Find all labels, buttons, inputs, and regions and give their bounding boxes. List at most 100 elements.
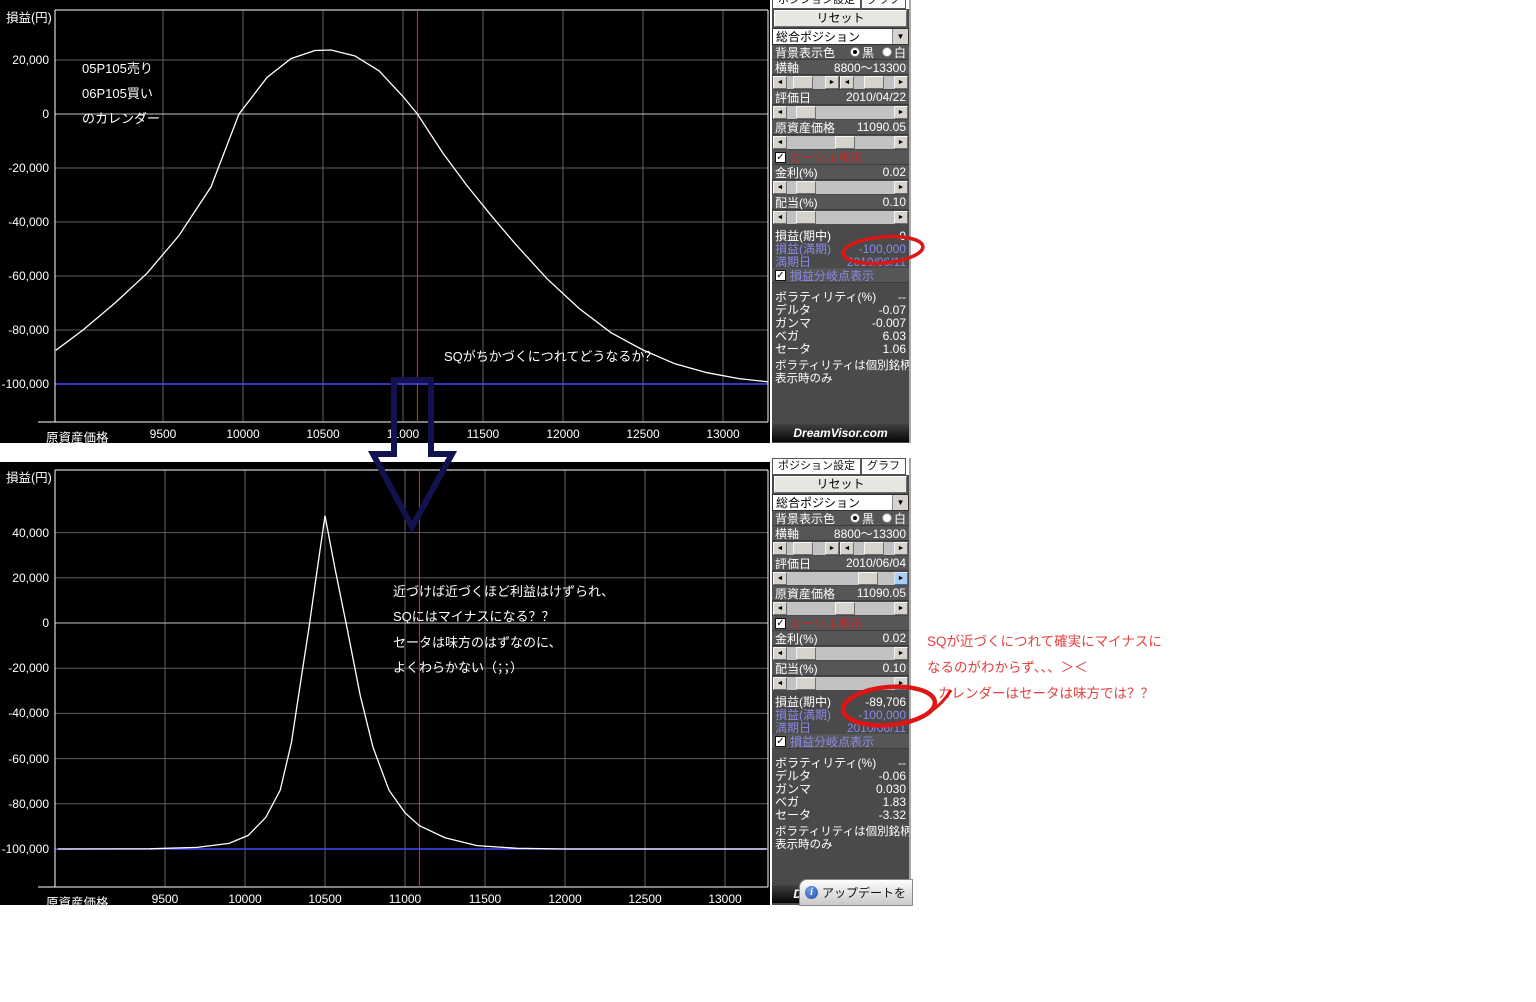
scroll-thumb[interactable]: [795, 181, 816, 194]
scroll-right-button[interactable]: ►: [825, 542, 839, 555]
x-tick-label: 11500: [468, 892, 502, 906]
radio-white[interactable]: [881, 47, 892, 57]
cursor-display-checkbox[interactable]: ✓: [775, 151, 786, 163]
payoff-chart-near-sq[interactable]: 40,000 20,000 0 -20,000 -40,000 -60,000 -80,00…: [0, 462, 770, 910]
scroll-track[interactable]: [787, 211, 894, 224]
scrollbar-row: ◄ ►: [772, 135, 909, 150]
scroll-track[interactable]: [787, 677, 894, 690]
scrollbar-range-min[interactable]: ◄ ►: [773, 542, 839, 555]
volatility-value: --: [898, 289, 906, 304]
reset-button[interactable]: リセット: [774, 476, 907, 493]
cursor-display-checkbox[interactable]: ✓: [775, 617, 786, 629]
underlying-price-label: 原資産価格: [775, 120, 836, 135]
scroll-track[interactable]: [787, 572, 894, 585]
scrollbar[interactable]: ◄ ►: [773, 677, 908, 690]
scroll-right-button[interactable]: ►: [894, 76, 908, 89]
scroll-thumb[interactable]: [858, 572, 879, 585]
scroll-left-button[interactable]: ◄: [773, 106, 787, 119]
scrollbar[interactable]: ◄ ►: [773, 106, 908, 119]
scrollbar-range-min[interactable]: ◄ ►: [773, 76, 839, 89]
scrollbar[interactable]: ◄ ►: [773, 602, 908, 615]
settings-panel-bottom: ポジション設定 グラフ リセット 総合ポジション ▼ 背景表示色黒白横軸 8800～1330…: [772, 458, 911, 905]
scroll-left-button[interactable]: ◄: [840, 542, 854, 555]
scroll-left-button[interactable]: ◄: [773, 211, 787, 224]
scroll-track[interactable]: [854, 76, 894, 89]
scroll-track[interactable]: [787, 181, 894, 194]
chevron-down-icon[interactable]: ▼: [892, 29, 908, 44]
scroll-thumb[interactable]: [795, 677, 816, 690]
scroll-track[interactable]: [787, 136, 894, 149]
scrollbar[interactable]: ◄ ►: [773, 211, 908, 224]
tab-position-settings[interactable]: ポジション設定: [772, 458, 861, 475]
x-tick-label: 9500: [149, 427, 177, 441]
x-tick-label: 12500: [626, 427, 660, 441]
scroll-track[interactable]: [854, 542, 894, 555]
tab-graph[interactable]: グラフ: [861, 458, 906, 475]
breakeven-checkbox[interactable]: ✓: [775, 269, 786, 281]
scroll-right-button[interactable]: ►: [894, 602, 908, 615]
scroll-thumb[interactable]: [834, 602, 855, 615]
scroll-track[interactable]: [787, 647, 894, 660]
scroll-left-button[interactable]: ◄: [773, 602, 787, 615]
scroll-track[interactable]: [787, 542, 825, 555]
handwritten-note-line3: カレンダーはセータは味方では？？: [938, 686, 1154, 701]
breakeven-checkbox[interactable]: ✓: [775, 735, 786, 747]
scroll-left-button[interactable]: ◄: [773, 677, 787, 690]
chevron-down-icon[interactable]: ▼: [892, 495, 908, 510]
scroll-thumb[interactable]: [793, 542, 814, 555]
update-notification-popup[interactable]: i アップデートを: [799, 879, 913, 906]
scroll-left-button[interactable]: ◄: [773, 542, 787, 555]
underlying-price-label: 原資産価格: [775, 586, 836, 601]
tab-graph[interactable]: グラフ: [861, 0, 906, 9]
scrollbar-range-max[interactable]: ◄ ►: [840, 76, 908, 89]
radio-white[interactable]: [881, 513, 892, 523]
tab-position-settings[interactable]: ポジション設定: [772, 0, 861, 9]
position-select[interactable]: 総合ポジション ▼: [772, 494, 909, 511]
scroll-thumb[interactable]: [834, 136, 855, 149]
x-axis-label: 原資産価格: [46, 431, 109, 445]
position-select[interactable]: 総合ポジション ▼: [772, 28, 909, 45]
scroll-right-button[interactable]: ►: [894, 542, 908, 555]
scroll-thumb[interactable]: [864, 542, 884, 555]
scrollbar-range-max[interactable]: ◄ ►: [840, 542, 908, 555]
scroll-right-button[interactable]: ►: [825, 76, 839, 89]
reset-button[interactable]: リセット: [774, 10, 907, 27]
scroll-track[interactable]: [787, 106, 894, 119]
radio-black[interactable]: [849, 47, 860, 57]
scroll-thumb[interactable]: [864, 76, 884, 89]
dividend-label: 配当(%): [775, 661, 818, 676]
scroll-track[interactable]: [787, 76, 825, 89]
scrollbar[interactable]: ◄ ►: [773, 647, 908, 660]
x-tick-label: 12500: [628, 892, 662, 906]
eval-date-value: 2010/04/22: [845, 90, 906, 104]
radio-dot: [852, 516, 857, 520]
radio-black[interactable]: [849, 513, 860, 523]
scrollbar[interactable]: ◄ ►: [773, 181, 908, 194]
scroll-left-button[interactable]: ◄: [840, 76, 854, 89]
underlying-price: 原資産価格 11090.05: [772, 586, 909, 601]
chart-annotation: SQにはマイナスになる？？: [393, 609, 555, 624]
scroll-right-button[interactable]: ►: [894, 211, 908, 224]
scroll-thumb[interactable]: [795, 106, 816, 119]
scroll-right-button[interactable]: ►: [894, 647, 908, 660]
payoff-chart-before-sq[interactable]: 20,000 0 -20,000 -40,000 -60,000 -80,000 -100,…: [0, 0, 770, 445]
vol-note-line1: ボラティリティは個別銘柄: [775, 826, 911, 838]
dividend-value: 0.10: [882, 661, 906, 675]
scroll-right-button[interactable]: ►: [894, 572, 908, 585]
scroll-right-button[interactable]: ►: [894, 106, 908, 119]
scroll-thumb[interactable]: [793, 76, 814, 89]
scroll-thumb[interactable]: [795, 647, 816, 660]
scroll-right-button[interactable]: ►: [894, 136, 908, 149]
scroll-left-button[interactable]: ◄: [773, 572, 787, 585]
scroll-right-button[interactable]: ►: [894, 181, 908, 194]
scrollbar[interactable]: ◄ ►: [773, 136, 908, 149]
scroll-thumb[interactable]: [795, 211, 816, 224]
scroll-left-button[interactable]: ◄: [773, 647, 787, 660]
scroll-left-button[interactable]: ◄: [773, 76, 787, 89]
scroll-track[interactable]: [787, 602, 894, 615]
scroll-left-button[interactable]: ◄: [773, 136, 787, 149]
radio-dot: [852, 50, 857, 54]
scrollbar[interactable]: ◄ ►: [773, 572, 908, 585]
scroll-right-button[interactable]: ►: [894, 677, 908, 690]
scroll-left-button[interactable]: ◄: [773, 181, 787, 194]
